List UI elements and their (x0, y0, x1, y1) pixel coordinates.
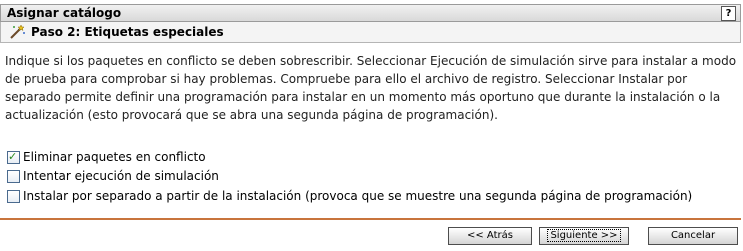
option-label[interactable]: Intentar ejecución de simulación (23, 169, 219, 184)
option-remove-conflicting-packages[interactable]: ✓ Eliminar paquetes en conflicto (7, 150, 206, 165)
checkmark-icon: ✓ (8, 150, 18, 163)
assign-catalog-wizard: Asignar catálogo ? Paso 2: Etiquetas esp… (0, 0, 743, 251)
option-install-separately[interactable]: Instalar por separado a partir de la ins… (7, 189, 692, 204)
title-bar: Asignar catálogo ? (0, 4, 741, 22)
install-separately-checkbox[interactable] (7, 190, 20, 203)
instructions-text: Indique si los paquetes en conflicto se … (5, 54, 737, 122)
window-title: Asignar catálogo (7, 6, 122, 20)
dry-run-checkbox[interactable] (7, 170, 20, 183)
option-dry-run[interactable]: Intentar ejecución de simulación (7, 169, 219, 184)
step-title: Paso 2: Etiquetas especiales (31, 25, 224, 39)
next-button[interactable]: Siguiente >> (539, 227, 629, 245)
help-button[interactable]: ? (721, 6, 736, 21)
magic-wand-icon (8, 24, 26, 40)
option-label[interactable]: Instalar por separado a partir de la ins… (23, 189, 692, 204)
option-label[interactable]: Eliminar paquetes en conflicto (23, 150, 206, 165)
next-button-label: Siguiente >> (547, 229, 621, 242)
footer-divider (0, 218, 741, 220)
remove-conflicting-checkbox[interactable]: ✓ (7, 150, 20, 164)
cancel-button[interactable]: Cancelar (648, 227, 738, 245)
step-header: Paso 2: Etiquetas especiales (0, 22, 741, 43)
back-button[interactable]: << Atrás (448, 227, 532, 245)
